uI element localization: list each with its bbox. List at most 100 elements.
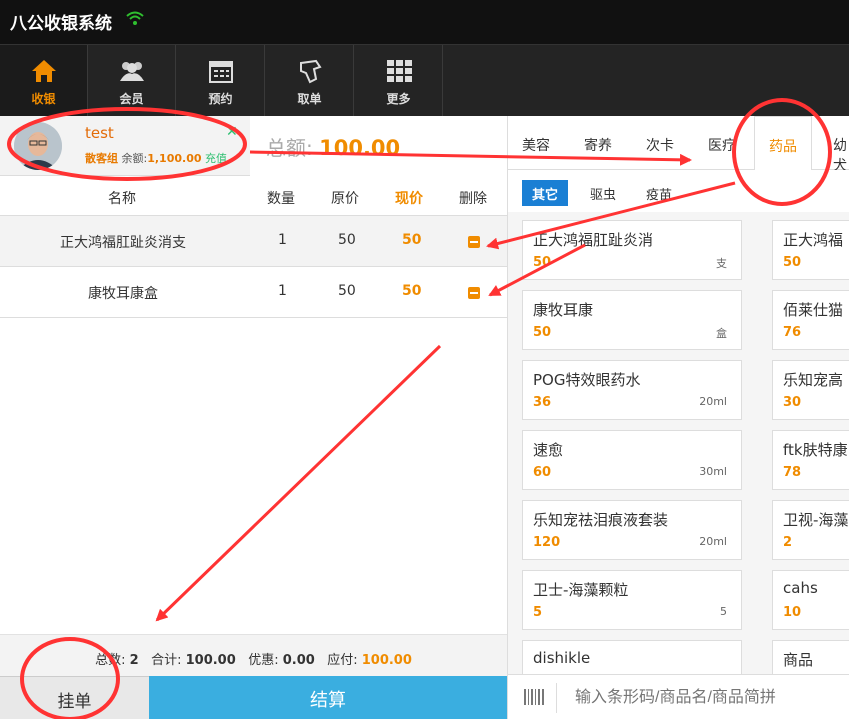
product-name: 商品: [783, 651, 814, 669]
member-card[interactable]: test 散客组 余额:1,100.00 充值 ✕: [0, 116, 250, 176]
toolbar-item-checkout[interactable]: 收银: [0, 45, 88, 117]
total-label: 总额:: [266, 136, 313, 160]
product-price: 76: [783, 325, 802, 340]
toolbar-label: 更多: [386, 92, 411, 106]
tab-beauty[interactable]: 美容: [522, 135, 550, 155]
product-name: 速愈: [533, 441, 564, 459]
product-card[interactable]: 速愈 60 30ml: [522, 430, 742, 490]
row-now: 50: [402, 283, 422, 299]
toolbar-label: 预约: [208, 92, 233, 106]
tab-card[interactable]: 次卡: [646, 135, 674, 155]
sub-tabs: 其它 驱虫 疫苗: [508, 170, 849, 212]
product-grid: 正大鸿福肛趾炎消 50 支 康牧耳康 50 盒 POG特效眼药水 36 20ml…: [508, 216, 849, 674]
product-price: 10: [783, 605, 802, 620]
product-name: cahs: [783, 579, 818, 597]
subtab-vaccine[interactable]: 疫苗: [636, 180, 682, 206]
count-value: 2: [129, 653, 139, 668]
product-price: 120: [533, 535, 561, 550]
delete-icon[interactable]: [468, 287, 480, 299]
product-price: 50: [533, 325, 552, 340]
product-card[interactable]: 佰莱仕猫 76: [772, 290, 849, 350]
product-name: 康牧耳康: [533, 301, 594, 319]
calendar-icon: [208, 61, 233, 83]
toolbar-item-booking[interactable]: 预约: [177, 45, 265, 117]
recharge-link[interactable]: 充值: [205, 152, 227, 165]
product-card[interactable]: dishikle: [522, 640, 742, 674]
product-name: 卫士-海藻颗粒: [533, 581, 629, 599]
table-row[interactable]: 正大鸿福肛趾炎消支 1 50 50: [0, 216, 507, 267]
product-card[interactable]: 康牧耳康 50 盒: [522, 290, 742, 350]
product-name: 卫视-海藻: [783, 511, 849, 529]
product-card[interactable]: cahs 10: [772, 570, 849, 630]
product-price: 78: [783, 465, 802, 480]
hand-icon: [299, 59, 322, 84]
product-unit: 30ml: [699, 465, 727, 478]
header-orig: 原价: [331, 191, 359, 207]
member-name: test: [85, 124, 114, 142]
product-name: POG特效眼药水: [533, 371, 641, 389]
barcode-icon[interactable]: [524, 689, 544, 705]
toolbar-item-more[interactable]: 更多: [355, 45, 443, 117]
product-name: 佰莱仕猫: [783, 301, 844, 319]
product-name: 正大鸿福: [783, 231, 844, 249]
main-toolbar: 收银 会员 预约 取单 更多: [0, 44, 849, 117]
delete-icon[interactable]: [468, 236, 480, 248]
header-qty: 数量: [267, 191, 295, 207]
product-card[interactable]: 卫士-海藻颗粒 5 5: [522, 570, 742, 630]
product-unit: 盒: [716, 327, 727, 340]
grid-icon: [386, 60, 412, 82]
tab-medical[interactable]: 医疗: [708, 135, 736, 155]
total-amount: 总额: 100.00: [266, 132, 400, 161]
product-card[interactable]: 卫视-海藻 2: [772, 500, 849, 560]
product-card[interactable]: 乐知宠祛泪痕液套装 120 20ml: [522, 500, 742, 560]
product-panel: 美容 寄养 次卡 医疗 药品 幼犬 其它 驱虫 疫苗 正大鸿福肛趾炎消 50 支…: [508, 116, 849, 719]
balance-label: 余额:: [121, 152, 148, 165]
app-title: 八公收银系统: [10, 14, 112, 34]
toolbar-label: 收银: [31, 92, 56, 106]
category-tabs: 美容 寄养 次卡 医疗 药品 幼犬: [508, 116, 849, 174]
member-group: 散客组: [85, 152, 118, 165]
close-icon[interactable]: ✕: [226, 124, 238, 140]
product-price: 60: [533, 465, 552, 480]
product-unit: 支: [716, 257, 727, 270]
product-unit: 20ml: [699, 535, 727, 548]
product-card[interactable]: POG特效眼药水 36 20ml: [522, 360, 742, 420]
product-unit: 20ml: [699, 395, 727, 408]
product-card[interactable]: ftk肤特康 78: [772, 430, 849, 490]
member-info: 散客组 余额:1,100.00 充值: [85, 150, 227, 166]
product-name: ftk肤特康: [783, 441, 848, 459]
checkout-button[interactable]: 结算: [149, 676, 507, 719]
product-price: 36: [533, 395, 552, 410]
product-card[interactable]: 商品: [772, 640, 849, 674]
product-price: 30: [783, 395, 802, 410]
header-del: 删除: [459, 191, 487, 207]
product-unit: 5: [720, 605, 727, 618]
tab-puppy[interactable]: 幼犬: [833, 135, 849, 175]
hang-order-button[interactable]: 挂单: [0, 676, 149, 719]
sum-value: 100.00: [185, 653, 236, 668]
tab-medicine[interactable]: 药品: [754, 116, 812, 171]
title-bar: 八公收银系统: [0, 0, 849, 44]
discount-value: 0.00: [282, 653, 315, 668]
subtab-other[interactable]: 其它: [522, 180, 569, 206]
product-price: 50: [783, 255, 802, 270]
subtab-deworm[interactable]: 驱虫: [580, 180, 626, 206]
toolbar-item-pickup[interactable]: 取单: [266, 45, 354, 117]
table-row[interactable]: 康牧耳康盒 1 50 50: [0, 267, 507, 318]
product-card[interactable]: 正大鸿福 50: [772, 220, 849, 280]
pay-label: 应付:: [327, 653, 358, 668]
row-qty: 1: [278, 232, 287, 248]
pay-value: 100.00: [361, 653, 412, 668]
total-value: 100.00: [319, 136, 401, 160]
toolbar-item-members[interactable]: 会员: [88, 45, 176, 117]
product-price: 5: [533, 605, 543, 620]
tab-boarding[interactable]: 寄养: [584, 135, 612, 155]
search-input[interactable]: [556, 683, 846, 713]
avatar: [14, 122, 62, 170]
row-qty: 1: [278, 283, 287, 299]
product-name: 乐知宠祛泪痕液套装: [533, 511, 669, 529]
product-card[interactable]: 正大鸿福肛趾炎消 50 支: [522, 220, 742, 280]
sum-label: 合计:: [151, 653, 182, 668]
row-name: 康牧耳康盒: [88, 286, 158, 302]
product-card[interactable]: 乐知宠高 30: [772, 360, 849, 420]
